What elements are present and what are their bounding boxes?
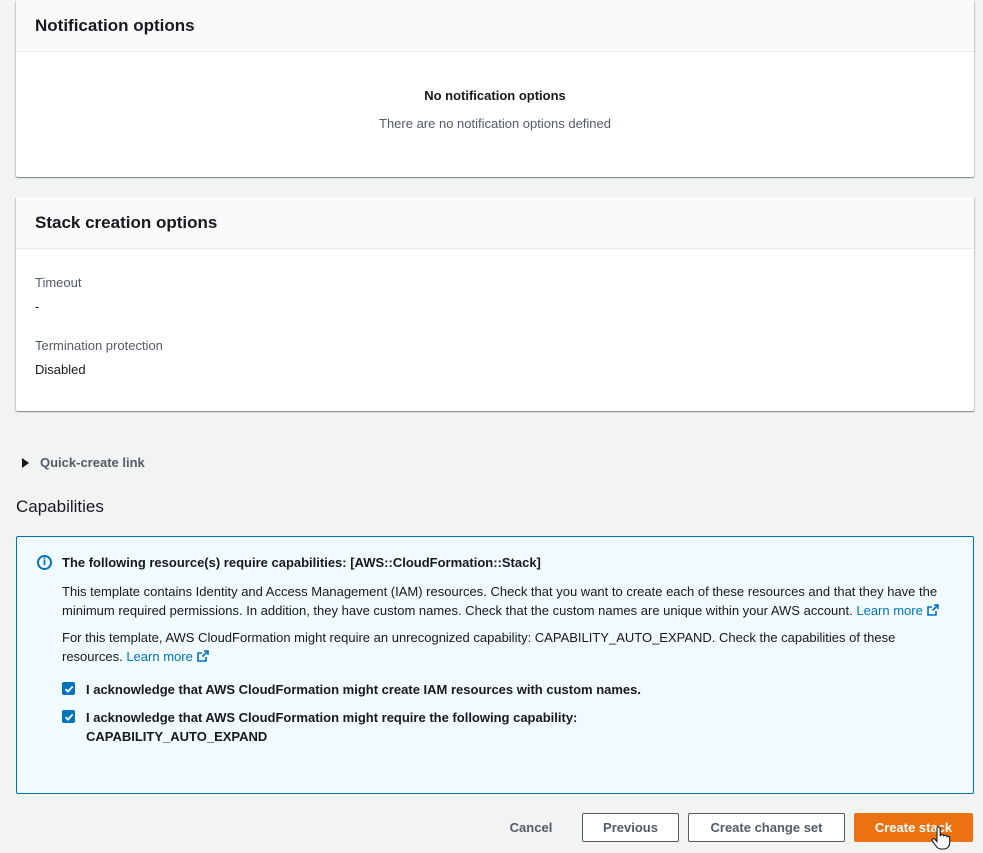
termination-protection-value: Disabled bbox=[35, 362, 86, 377]
previous-button[interactable]: Previous bbox=[582, 813, 679, 842]
timeout-value: - bbox=[35, 299, 40, 314]
ack-iam-checkbox[interactable] bbox=[62, 682, 75, 695]
learn-more-label: Learn more bbox=[126, 649, 193, 664]
capabilities-auto-expand-paragraph: For this template, AWS CloudFormation mi… bbox=[62, 628, 953, 666]
create-change-set-button[interactable]: Create change set bbox=[688, 813, 845, 842]
external-link-icon bbox=[927, 604, 939, 616]
notification-empty-description: There are no notification options define… bbox=[379, 116, 611, 131]
hand-pointer-cursor-icon bbox=[931, 826, 951, 850]
stack-creation-options-title: Stack creation options bbox=[16, 197, 974, 249]
learn-more-link-auto-expand[interactable]: Learn more bbox=[126, 649, 209, 664]
create-stack-button[interactable]: Create stack bbox=[854, 813, 973, 842]
ack-auto-expand-checkbox-row[interactable]: I acknowledge that AWS CloudFormation mi… bbox=[62, 708, 953, 746]
capabilities-iam-text: This template contains Identity and Acce… bbox=[62, 584, 938, 618]
checkmark-icon bbox=[64, 685, 73, 693]
ack-auto-expand-label: I acknowledge that AWS CloudFormation mi… bbox=[86, 710, 578, 744]
quick-create-link-expander[interactable]: Quick-create link bbox=[22, 455, 145, 470]
external-link-icon bbox=[197, 650, 209, 662]
cancel-button[interactable]: Cancel bbox=[496, 813, 566, 842]
capabilities-alert-header: The following resource(s) require capabi… bbox=[62, 555, 541, 570]
ack-iam-label: I acknowledge that AWS CloudFormation mi… bbox=[86, 682, 642, 697]
learn-more-label: Learn more bbox=[856, 603, 923, 618]
ack-iam-checkbox-row[interactable]: I acknowledge that AWS CloudFormation mi… bbox=[62, 680, 953, 699]
notification-options-title: Notification options bbox=[16, 0, 974, 52]
notification-options-panel: Notification options No notification opt… bbox=[16, 0, 974, 177]
notification-empty-state: No notification options There are no not… bbox=[16, 52, 974, 131]
ack-auto-expand-checkbox[interactable] bbox=[62, 710, 75, 723]
quick-create-link-label: Quick-create link bbox=[40, 455, 145, 470]
capabilities-heading: Capabilities bbox=[16, 497, 104, 516]
termination-protection-label: Termination protection bbox=[35, 338, 163, 353]
info-icon: i bbox=[37, 555, 52, 570]
caret-right-icon bbox=[22, 457, 29, 468]
stack-creation-options-panel: Stack creation options Timeout - Termina… bbox=[16, 197, 974, 411]
capabilities-info-alert: i The following resource(s) require capa… bbox=[16, 536, 974, 794]
termination-protection-field: Termination protection Disabled bbox=[35, 338, 955, 377]
timeout-field: Timeout - bbox=[35, 275, 955, 314]
capabilities-iam-paragraph: This template contains Identity and Acce… bbox=[62, 582, 953, 620]
notification-empty-title: No notification options bbox=[424, 88, 566, 103]
checkmark-icon bbox=[64, 713, 73, 721]
learn-more-link-iam[interactable]: Learn more bbox=[856, 603, 939, 618]
timeout-label: Timeout bbox=[35, 275, 82, 290]
